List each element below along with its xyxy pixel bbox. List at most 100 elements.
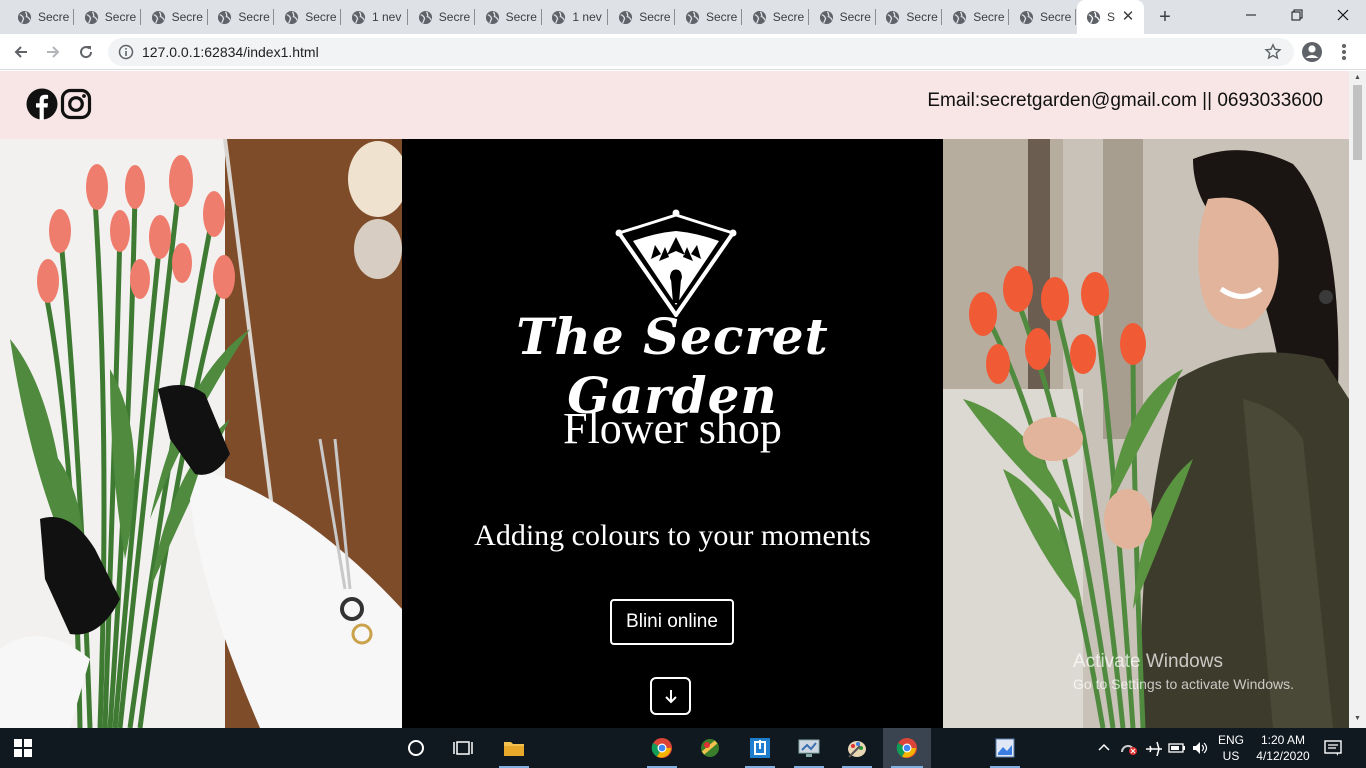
volume-icon[interactable] xyxy=(1191,740,1209,756)
clock-date[interactable]: 4/12/2020 xyxy=(1250,749,1316,763)
reload-button[interactable] xyxy=(74,40,98,64)
arrow-right-icon xyxy=(47,46,60,58)
watermark-line2: Go to Settings to activate Windows. xyxy=(1073,676,1294,692)
tab-title: Secre xyxy=(906,10,938,24)
image-viewer-icon xyxy=(995,738,1015,758)
tab-title: Secre xyxy=(639,10,671,24)
url-text: 127.0.0.1:62834/index1.html xyxy=(142,44,319,60)
globe-icon xyxy=(218,10,232,24)
app-button-monitor[interactable] xyxy=(786,728,832,768)
shop-subtitle: Flower shop xyxy=(563,404,782,453)
cortana-button[interactable] xyxy=(393,728,439,768)
close-icon xyxy=(1337,9,1349,21)
tagline: Adding colours to your moments xyxy=(474,519,871,552)
task-view-button[interactable] xyxy=(440,728,486,768)
browser-tab[interactable]: Secre xyxy=(943,0,1010,34)
tab-title: 1 nev xyxy=(372,10,402,24)
browser-tab[interactable]: Secre xyxy=(676,0,742,34)
notification-center-icon[interactable] xyxy=(1324,739,1342,757)
reload-icon xyxy=(80,46,93,59)
new-tab-button[interactable]: + xyxy=(1153,5,1177,29)
browser-tab-strip: Secre Secre Secre Secre Secre 1 nev Secre Secre… xyxy=(0,0,1366,34)
browser-tab[interactable]: Secre xyxy=(609,0,676,34)
close-window-button[interactable] xyxy=(1320,0,1366,30)
arrow-down-icon xyxy=(664,690,677,704)
tab-title: 1 nev xyxy=(572,10,602,24)
tab-title: Secre xyxy=(973,10,1005,24)
colorful-app-icon xyxy=(701,739,719,757)
task-view-icon xyxy=(453,741,473,755)
woman-with-tulips-photo xyxy=(943,139,1349,728)
order-online-button[interactable]: Blini online xyxy=(610,599,734,645)
app-button-blue[interactable] xyxy=(737,728,783,768)
globe-icon xyxy=(285,10,299,24)
web-page: Email:secretgarden@gmail.com || 06930336… xyxy=(0,71,1349,728)
battery-icon[interactable] xyxy=(1168,741,1186,755)
globe-icon xyxy=(351,10,366,24)
browser-tab[interactable]: Secre xyxy=(409,0,475,34)
windows-taskbar: ENG US 1:20 AM 4/12/2020 xyxy=(0,728,1366,768)
chrome-taskbar-button[interactable] xyxy=(639,728,685,768)
more-menu-icon[interactable] xyxy=(1336,40,1352,64)
restore-button[interactable] xyxy=(1274,0,1320,30)
windows-logo-icon xyxy=(14,739,32,757)
minimize-button[interactable] xyxy=(1228,0,1274,30)
page-scrollbar[interactable]: ▲ ▼ xyxy=(1349,71,1366,728)
page-top-bar: Email:secretgarden@gmail.com || 06930336… xyxy=(0,71,1349,139)
browser-tab[interactable]: Secre xyxy=(810,0,876,34)
cortana-circle-icon xyxy=(408,740,424,756)
tulips-photo-left xyxy=(0,139,402,728)
globe-icon xyxy=(151,10,165,24)
tab-title: Secre xyxy=(772,10,805,24)
hero-section: The Secret Garden Flower shop Adding col… xyxy=(0,139,1349,728)
app-button-image-viewer[interactable] xyxy=(982,728,1028,768)
restore-icon xyxy=(1291,9,1303,21)
chrome-taskbar-button-active[interactable] xyxy=(883,728,931,768)
clock-time[interactable]: 1:20 AM xyxy=(1250,733,1316,747)
globe-icon xyxy=(418,10,432,24)
globe-icon xyxy=(953,10,967,24)
browser-tab[interactable]: Secre xyxy=(75,0,141,34)
scroll-down-button[interactable] xyxy=(650,677,691,715)
browser-tab[interactable]: Secre xyxy=(8,0,74,34)
globe-icon xyxy=(1019,10,1034,24)
browser-tab[interactable]: Secre xyxy=(1010,0,1076,34)
browser-tab[interactable]: Secre xyxy=(476,0,542,34)
browser-tab[interactable]: 1 nev xyxy=(542,0,609,34)
tab-title: Secre xyxy=(238,10,270,24)
file-explorer-button[interactable] xyxy=(491,728,537,768)
close-tab-icon[interactable]: ✕ xyxy=(1120,9,1136,25)
scroll-up-arrow[interactable]: ▲ xyxy=(1353,74,1362,83)
security-alert-icon[interactable] xyxy=(1120,740,1138,756)
tab-title: Secre xyxy=(171,10,203,24)
browser-tab[interactable]: Secre xyxy=(876,0,943,34)
address-bar[interactable]: 127.0.0.1:62834/index1.html xyxy=(108,38,1294,66)
browser-tab[interactable]: Secre xyxy=(208,0,275,34)
scrollbar-thumb[interactable] xyxy=(1353,85,1362,160)
profile-avatar-icon[interactable] xyxy=(1300,40,1324,64)
globe-icon xyxy=(552,10,566,24)
start-button[interactable] xyxy=(0,728,46,768)
browser-tab[interactable]: Secre xyxy=(142,0,208,34)
browser-toolbar: 127.0.0.1:62834/index1.html xyxy=(0,34,1366,70)
forward-button[interactable] xyxy=(41,40,65,64)
app-button-paint[interactable] xyxy=(834,728,880,768)
globe-icon xyxy=(17,10,32,24)
globe-icon xyxy=(752,10,766,24)
browser-tab[interactable]: 1 nev xyxy=(342,0,408,34)
globe-icon xyxy=(685,10,700,24)
facebook-icon[interactable] xyxy=(26,88,58,120)
input-region[interactable]: US xyxy=(1214,749,1248,763)
scroll-down-arrow[interactable]: ▼ xyxy=(1353,715,1362,724)
input-language[interactable]: ENG xyxy=(1214,733,1248,747)
tray-chevron-up-icon[interactable] xyxy=(1098,742,1110,754)
browser-tab[interactable]: Secre xyxy=(275,0,342,34)
browser-tab[interactable]: Secre xyxy=(743,0,809,34)
instagram-icon[interactable] xyxy=(60,88,92,120)
airplane-mode-icon[interactable] xyxy=(1145,740,1163,756)
secret-garden-logo-icon xyxy=(615,209,737,317)
app-button-colorful[interactable] xyxy=(687,728,733,768)
active-tab[interactable]: S ✕ xyxy=(1077,0,1144,34)
back-button[interactable] xyxy=(9,40,33,64)
bookmark-star-icon[interactable] xyxy=(1264,43,1282,61)
